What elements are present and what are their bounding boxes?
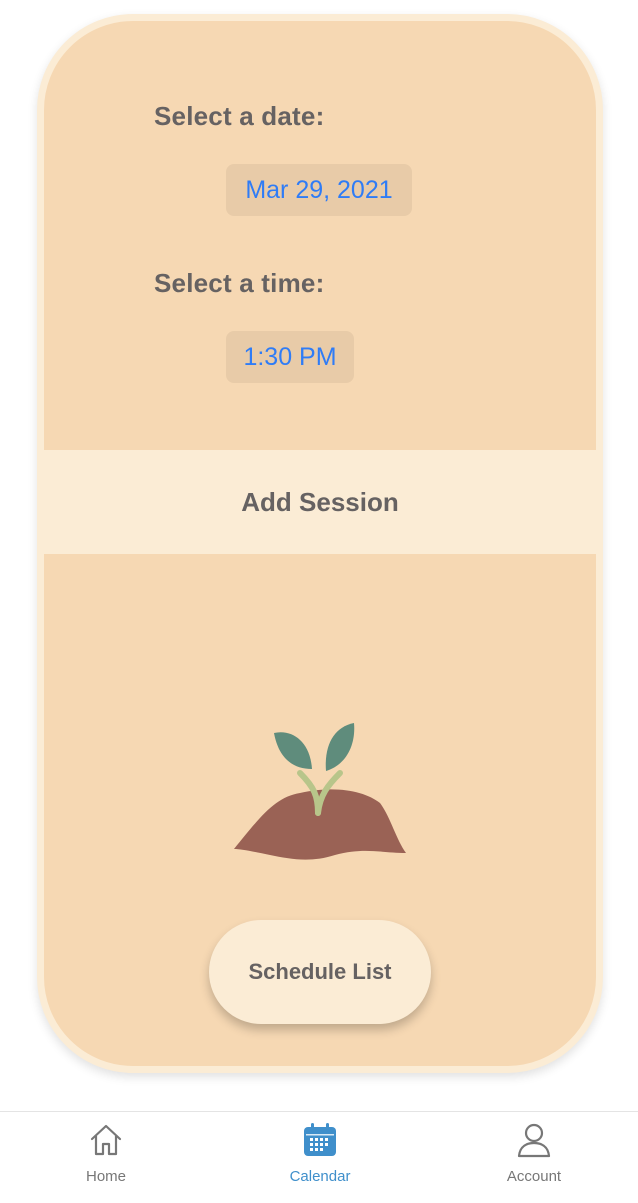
- account-icon: [517, 1123, 551, 1158]
- add-session-label: Add Session: [241, 486, 399, 517]
- date-label: Select a date:: [154, 101, 325, 131]
- calendar-icon: [304, 1123, 336, 1156]
- session-card: Select a date: Mar 29, 2021 Select a tim…: [37, 14, 603, 1073]
- date-picker[interactable]: Mar 29, 2021: [226, 164, 412, 216]
- leaf-right: [325, 723, 355, 771]
- tab-account[interactable]: Account: [464, 1112, 604, 1203]
- tab-account-label: Account: [506, 1168, 562, 1185]
- home-icon: [90, 1124, 122, 1156]
- time-picker[interactable]: 1:30 PM: [226, 331, 354, 383]
- tab-home[interactable]: Home: [36, 1112, 176, 1203]
- schedule-list-label: Schedule List: [248, 959, 392, 984]
- tab-home-label: Home: [85, 1168, 126, 1185]
- tab-bar: Home Calendar Account: [0, 1111, 638, 1203]
- leaf-left: [274, 732, 312, 769]
- add-session-button[interactable]: Add Session: [44, 450, 596, 554]
- time-label: Select a time:: [154, 268, 325, 298]
- tab-calendar-label: Calendar: [289, 1168, 351, 1185]
- tab-calendar[interactable]: Calendar: [250, 1112, 390, 1203]
- plant-illustration: [234, 723, 406, 860]
- schedule-list-button[interactable]: Schedule List: [209, 920, 431, 1024]
